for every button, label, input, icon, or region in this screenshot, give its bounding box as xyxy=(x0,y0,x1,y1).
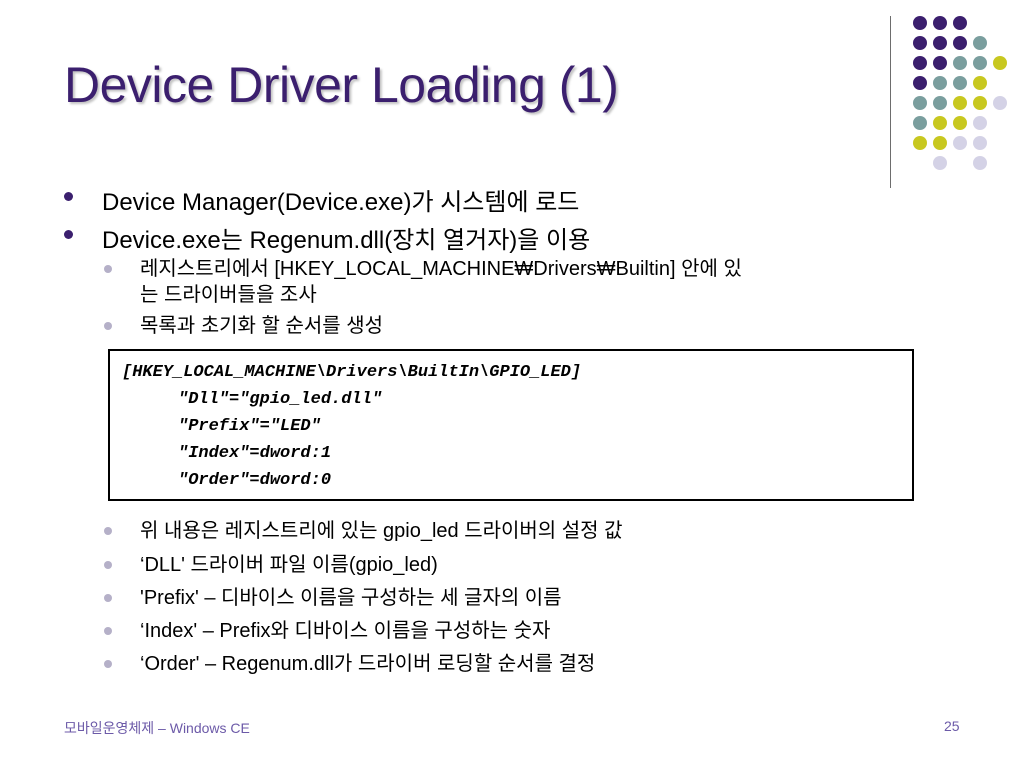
decorative-dot xyxy=(933,56,947,70)
sub-bullet-dot xyxy=(104,561,112,569)
code-line: [HKEY_LOCAL_MACHINE\Drivers\BuiltIn\GPIO… xyxy=(122,363,582,382)
decorative-dot xyxy=(933,36,947,50)
decorative-dot xyxy=(953,16,967,30)
decorative-dot xyxy=(913,16,927,30)
decorative-dot xyxy=(953,136,967,150)
decorative-dot xyxy=(973,76,987,90)
decorative-dot xyxy=(913,136,927,150)
footer-course-title: 모바일운영체제 – Windows CE xyxy=(64,720,250,736)
sub-bullet-dot xyxy=(104,627,112,635)
decorative-dot xyxy=(913,96,927,110)
bullet-dot xyxy=(64,192,73,201)
bullet-text: Device Manager(Device.exe)가 시스템에 로드 xyxy=(102,189,580,216)
sub-bullet-text: ‘Index' – Prefix와 디바이스 이름을 구성하는 숫자 xyxy=(140,620,551,642)
sub-bullet-text: ‘DLL' 드라이버 파일 이름(gpio_led) xyxy=(140,554,438,576)
code-line: "Dll"="gpio_led.dll" xyxy=(178,390,383,409)
decorative-dot xyxy=(913,116,927,130)
decorative-dot xyxy=(973,36,987,50)
sub-bullet-text: 레지스트리에서 [HKEY_LOCAL_MACHINE₩Drivers₩Buil… xyxy=(140,258,742,280)
sub-bullet-text: 'Prefix' – 디바이스 이름을 구성하는 세 글자의 이름 xyxy=(140,587,562,609)
sub-bullet-text: 목록과 초기화 할 순서를 생성 xyxy=(140,315,384,337)
decorative-dot xyxy=(973,116,987,130)
decorative-dot xyxy=(973,136,987,150)
page-number: 25 xyxy=(944,718,960,734)
decorative-dot xyxy=(933,76,947,90)
decorative-dot xyxy=(993,96,1007,110)
sub-bullet-dot xyxy=(104,322,112,330)
sub-bullet-text: 위 내용은 레지스트리에 있는 gpio_led 드라이버의 설정 값 xyxy=(140,520,623,542)
decorative-dot xyxy=(933,156,947,170)
decorative-dot xyxy=(933,96,947,110)
decorative-dot xyxy=(933,16,947,30)
registry-code-box: [HKEY_LOCAL_MACHINE\Drivers\BuiltIn\GPIO… xyxy=(108,349,914,501)
decorative-dot xyxy=(953,96,967,110)
sub-bullet-dot xyxy=(104,527,112,535)
decorative-dot xyxy=(953,36,967,50)
code-line: "Order"=dword:0 xyxy=(178,471,332,490)
sub-bullet-dot xyxy=(104,265,112,273)
slide-title: Device Driver Loading (1) xyxy=(64,57,619,113)
decorative-dot xyxy=(953,56,967,70)
sub-bullet-text: 는 드라이버들을 조사 xyxy=(140,284,317,306)
decorative-dot xyxy=(973,96,987,110)
decorative-dot xyxy=(973,56,987,70)
decorative-dot xyxy=(913,56,927,70)
sub-bullet-text: ‘Order' – Regenum.dll가 드라이버 로딩할 순서를 결정 xyxy=(140,653,596,675)
decorative-dot xyxy=(973,156,987,170)
divider-line xyxy=(890,16,891,188)
code-line: "Index"=dword:1 xyxy=(178,444,332,463)
sub-bullet-dot xyxy=(104,660,112,668)
decorative-dot xyxy=(953,116,967,130)
decorative-dot xyxy=(933,136,947,150)
decorative-dot xyxy=(913,36,927,50)
sub-bullet-dot xyxy=(104,594,112,602)
decorative-dot xyxy=(933,116,947,130)
decorative-dot xyxy=(993,56,1007,70)
bullet-text: Device.exe는 Regenum.dll(장치 열거자)을 이용 xyxy=(102,227,591,254)
bullet-dot xyxy=(64,230,73,239)
code-line: "Prefix"="LED" xyxy=(178,417,321,436)
decorative-dot xyxy=(913,76,927,90)
decorative-dot xyxy=(953,76,967,90)
